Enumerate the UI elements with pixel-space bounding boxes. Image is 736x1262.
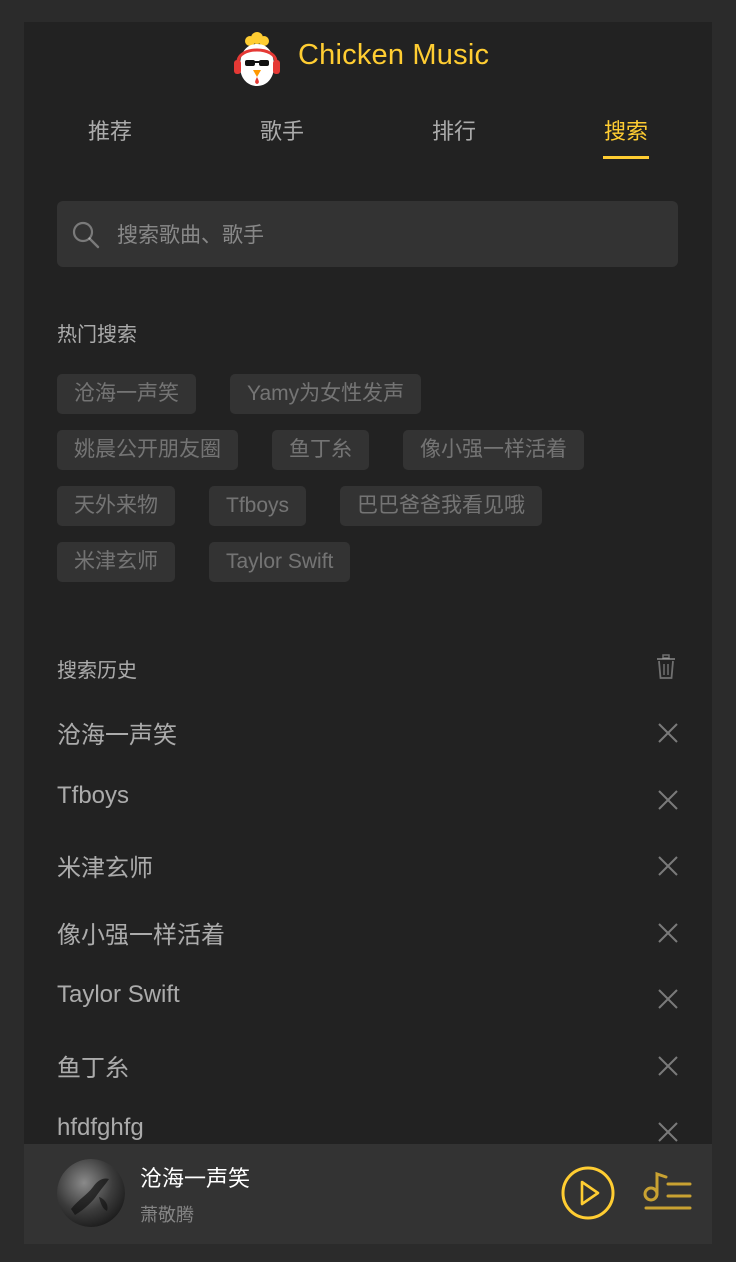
tab-rank[interactable]: 排行 xyxy=(368,114,540,162)
tag-row: 米津玄师 Taylor Swift xyxy=(57,542,678,582)
hot-tag[interactable]: 鱼丁糸 xyxy=(272,430,369,470)
close-icon[interactable] xyxy=(657,988,679,1010)
album-cover[interactable] xyxy=(57,1159,125,1227)
tab-recommend[interactable]: 推荐 xyxy=(24,114,196,162)
hot-tag[interactable]: 米津玄师 xyxy=(57,542,175,582)
hot-tag[interactable]: Yamy为女性发声 xyxy=(230,374,422,414)
mini-player[interactable]: 沧海一声笑 萧敬腾 xyxy=(24,1144,712,1244)
close-icon[interactable] xyxy=(657,922,679,944)
tab-singer[interactable]: 歌手 xyxy=(196,114,368,162)
history-text[interactable]: Taylor Swift xyxy=(57,981,180,1009)
search-history-title: 搜索历史 xyxy=(57,658,137,682)
hot-tag[interactable]: 像小强一样活着 xyxy=(403,430,584,470)
history-item[interactable]: 沧海一声笑 xyxy=(57,700,678,767)
hot-tag[interactable]: 巴巴爸爸我看见哦 xyxy=(340,486,543,526)
hot-tag[interactable]: Taylor Swift xyxy=(209,542,351,582)
history-text[interactable]: 像小强一样活着 xyxy=(57,915,225,950)
search-box xyxy=(57,201,678,269)
search-input[interactable] xyxy=(115,201,659,269)
hot-tag[interactable]: Tfboys xyxy=(209,486,307,526)
close-icon[interactable] xyxy=(657,855,679,877)
history-item[interactable]: 米津玄师 xyxy=(57,833,678,900)
history-item[interactable]: Taylor Swift xyxy=(57,966,678,1033)
history-item[interactable]: 鱼丁糸 xyxy=(57,1033,678,1100)
hot-tag[interactable]: 姚晨公开朋友圈 xyxy=(57,430,238,470)
tab-label: 搜索 xyxy=(603,120,648,145)
history-text[interactable]: 鱼丁糸 xyxy=(57,1048,129,1083)
tab-label: 推荐 xyxy=(87,120,132,145)
tab-label: 歌手 xyxy=(259,120,304,145)
tab-label: 排行 xyxy=(431,120,476,145)
app-title: Chicken Music xyxy=(298,39,490,71)
play-icon[interactable] xyxy=(560,1165,616,1221)
close-icon[interactable] xyxy=(657,1055,679,1077)
close-icon[interactable] xyxy=(657,722,679,744)
close-icon[interactable] xyxy=(657,1121,679,1143)
song-name: 沧海一声笑 xyxy=(140,1167,251,1192)
history-item[interactable]: Tfboys xyxy=(57,767,678,834)
hot-tag[interactable]: 沧海一声笑 xyxy=(57,374,196,414)
history-text[interactable]: hfdfghfg xyxy=(57,1114,144,1142)
search-icon xyxy=(72,221,100,249)
hot-tags: 沧海一声笑 Yamy为女性发声 姚晨公开朋友圈 鱼丁糸 像小强一样活着 天外来物… xyxy=(57,374,678,598)
tag-row: 天外来物 Tfboys 巴巴爸爸我看见哦 xyxy=(57,486,678,526)
tab-search[interactable]: 搜索 xyxy=(540,114,712,162)
tag-row: 姚晨公开朋友圈 鱼丁糸 像小强一样活着 xyxy=(57,430,678,470)
search-history-list: 沧海一声笑 Tfboys 米津玄师 像小强一样活着 Taylor Swift 鱼… xyxy=(57,700,678,1166)
tab-bar: 推荐 歌手 排行 搜索 xyxy=(24,114,712,164)
hot-search-title: 热门搜索 xyxy=(57,322,137,346)
tab-underline xyxy=(603,156,649,159)
trash-icon[interactable] xyxy=(656,654,676,679)
logo-icon xyxy=(234,32,280,86)
header: Chicken Music xyxy=(24,22,712,94)
history-text[interactable]: Tfboys xyxy=(57,782,129,810)
app-container: Chicken Music 推荐 歌手 排行 搜索 热门搜索 沧海一声笑 Y xyxy=(24,22,712,1244)
singer-name: 萧敬腾 xyxy=(140,1205,194,1226)
close-icon[interactable] xyxy=(657,789,679,811)
history-text[interactable]: 米津玄师 xyxy=(57,848,153,883)
history-text[interactable]: 沧海一声笑 xyxy=(57,715,177,750)
playlist-icon[interactable] xyxy=(642,1168,696,1220)
tag-row: 沧海一声笑 Yamy为女性发声 xyxy=(57,374,678,414)
hot-tag[interactable]: 天外来物 xyxy=(57,486,175,526)
history-item[interactable]: 像小强一样活着 xyxy=(57,900,678,967)
